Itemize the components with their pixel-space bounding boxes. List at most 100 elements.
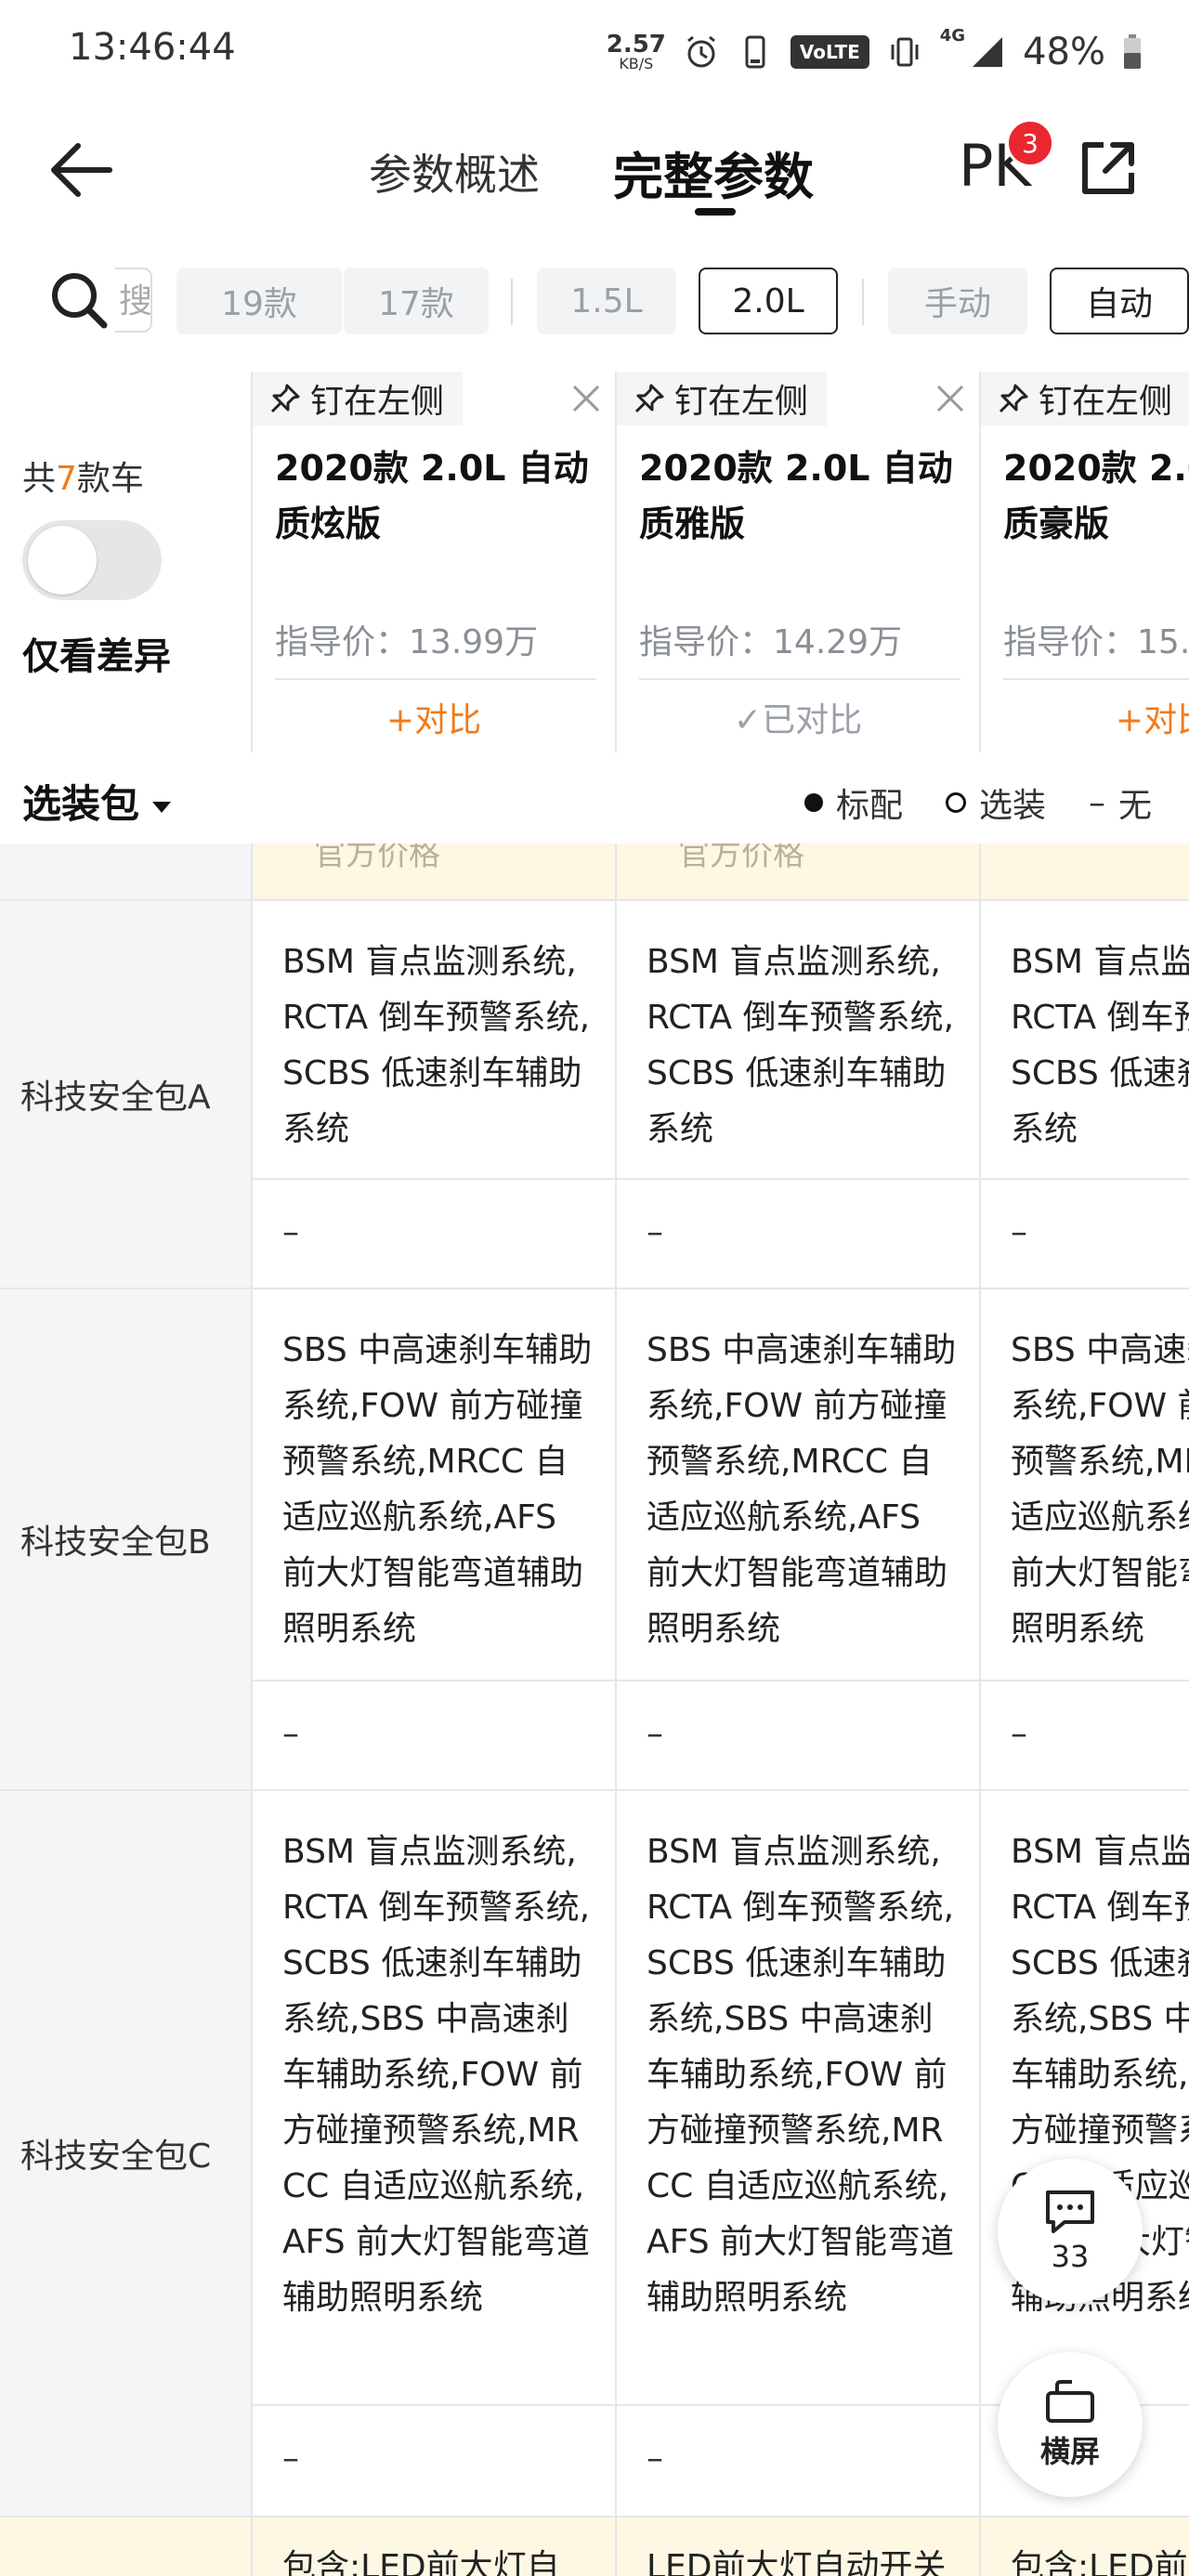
search-input[interactable]: 搜: [115, 268, 152, 333]
filter-chip-19[interactable]: 19款: [176, 268, 342, 334]
cell-text: SBS 中高速刹车辅助系统,FOW 前方碰撞预警系统,MRCC 自适应巡航系统,…: [282, 1331, 593, 1648]
alarm-icon: [686, 35, 715, 68]
dash-icon: –: [1088, 783, 1105, 822]
diff-only-toggle[interactable]: [22, 520, 162, 600]
add-compare-button[interactable]: +对比: [253, 693, 615, 741]
pin-left-button[interactable]: 钉在左侧: [981, 372, 1189, 425]
row-label: 科技安全包C: [0, 1791, 253, 2516]
params-table: 官方价格 官方价格 科技安全包A BSM 盲点监测系统,RCTA 倒车预警系统,…: [0, 843, 1189, 2576]
table-cell: 官方价格: [617, 843, 981, 899]
price-prefix: 指导价：: [1003, 623, 1138, 661]
divider: [639, 678, 960, 680]
table-row: 包含:LED前大灯自 LED前大灯自动开关 包含:LED前: [0, 2517, 1189, 2576]
pin-icon: [999, 384, 1028, 413]
close-icon[interactable]: [934, 383, 966, 414]
cell-dash: –: [282, 1715, 299, 1753]
pin-left-button[interactable]: 钉在左侧: [617, 372, 828, 425]
price-value: 13.99万: [409, 623, 539, 661]
search-icon[interactable]: [48, 268, 110, 333]
filled-dot-icon: [804, 793, 823, 812]
legend: 标配 选装 – 无: [804, 778, 1152, 827]
section-title-text: 选装包: [22, 781, 140, 827]
close-icon[interactable]: [570, 383, 602, 414]
legend-label: 选装: [978, 787, 1046, 825]
legend-label: 标配: [835, 787, 903, 825]
table-cell: [981, 843, 1189, 899]
landscape-label: 横屏: [1039, 2434, 1100, 2469]
table-cell: SBS 中高速刹车辅助系统,FOW 前方碰撞预警系统,MRCC 自适应巡航系统,…: [981, 1289, 1189, 1789]
legend-standard: 标配: [804, 778, 903, 827]
price-prefix: 指导价：: [275, 623, 410, 661]
table-row: 科技安全包A BSM 盲点监测系统,RCTA 倒车预警系统,SCBS 低速刹车辅…: [0, 901, 1189, 1289]
cell-dash: –: [1011, 1213, 1027, 1251]
tab-full-params[interactable]: 完整参数: [613, 136, 814, 209]
legend-none: – 无: [1089, 778, 1152, 827]
table-row: 官方价格 官方价格: [0, 843, 1189, 901]
cell-price-area: –: [617, 2404, 979, 2516]
table-cell: BSM 盲点监测系统,RCTA 倒车预警系统,SCBS 低速刹车辅助系统 –: [981, 901, 1189, 1288]
filter-chip-1-5l[interactable]: 1.5L: [537, 268, 676, 334]
price-prefix: 指导价：: [639, 623, 774, 661]
net-speed-unit: KB/S: [619, 55, 654, 72]
pin-icon: [270, 384, 300, 413]
cell-dash: –: [282, 2439, 299, 2478]
vibrate-icon: [891, 37, 919, 67]
table-cell: 官方价格: [253, 843, 617, 899]
cell-text: BSM 盲点监测系统,RCTA 倒车预警系统,SCBS 低速刹车辅助系统: [282, 943, 591, 1148]
table-cell: BSM 盲点监测系统,RCTA 倒车预警系统,SCBS 低速刹车辅助系统,SBS…: [617, 1791, 981, 2516]
cell-price-area: –: [617, 1178, 979, 1288]
divider: [275, 678, 596, 680]
cell-dash: –: [647, 1213, 663, 1251]
car-title[interactable]: 2020款 2.0L 自动质炫版: [275, 440, 600, 552]
share-icon[interactable]: [1078, 137, 1139, 199]
signal-icon: [973, 37, 1003, 67]
pin-left-button[interactable]: 钉在左侧: [253, 372, 464, 425]
compared-button[interactable]: ✓已对比: [617, 693, 979, 741]
car-column: 钉在左侧 2020款 2.0L 自动质炫版 指导价：13.99万 +对比: [253, 372, 617, 752]
car-header: 共7款车 仅看差异 钉在左侧 2020款 2.0L 自动质炫版 指导价：13.9…: [0, 372, 1189, 754]
car-title[interactable]: 2020款 2.0L 自动质豪版: [1003, 440, 1189, 552]
cell-dash: –: [647, 2439, 663, 2478]
battery-icon: [1124, 34, 1141, 69]
car-column: 钉在左侧 2020款 2.0L 自动质豪版 指导价：15. +对比: [981, 372, 1189, 752]
pin-label: 钉在左侧: [1039, 383, 1173, 421]
section-bar: 选装包 标配 选装 – 无: [0, 752, 1189, 845]
table-cell: BSM 盲点监测系统,RCTA 倒车预警系统,SCBS 低速刹车辅助系统,SBS…: [253, 1791, 617, 2516]
tab-overview[interactable]: 参数概述: [369, 141, 540, 203]
pin-label: 钉在左侧: [310, 383, 445, 421]
filter-chip-17[interactable]: 17款: [344, 268, 489, 334]
cell-dash: –: [647, 1715, 663, 1753]
phone-icon: [745, 35, 765, 69]
cell-text: BSM 盲点监测系统,RCTA 倒车预警系统,SCBS 低速刹车辅助系统,SBS…: [282, 1833, 591, 2317]
cell-text: BSM 盲点监测系统,RCTA 倒车预警系统,SCBS 低速刹车辅助系统: [647, 943, 955, 1148]
pk-count-badge: 3: [1006, 119, 1054, 167]
row-label: 科技安全包B: [0, 1289, 253, 1789]
car-count-suffix: 款车: [76, 460, 144, 498]
status-bar: 13:46:44 2.57 KB/S VoLTE 4G 48%: [0, 0, 1189, 104]
filter-chip-2-0l[interactable]: 2.0L: [699, 268, 838, 334]
section-title[interactable]: 选装包: [22, 773, 172, 830]
car-count: 共7款车: [22, 451, 144, 500]
cell-text: 包含:LED前大灯自: [282, 2548, 560, 2576]
car-title[interactable]: 2020款 2.0L 自动质雅版: [639, 440, 964, 552]
cell-text: 包含:LED前: [1011, 2548, 1188, 2576]
filter-chip-manual[interactable]: 手动: [888, 268, 1027, 334]
cell-dash: –: [282, 1213, 299, 1251]
cell-price-area: –: [617, 1680, 979, 1789]
header-left-panel: 共7款车 仅看差异: [0, 372, 253, 752]
comments-button[interactable]: 33: [998, 2159, 1143, 2304]
filter-chip-auto[interactable]: 自动: [1050, 268, 1189, 334]
add-compare-button[interactable]: +对比: [981, 693, 1189, 741]
back-arrow-icon[interactable]: [45, 137, 119, 203]
open-dot-icon: [945, 792, 966, 813]
price-value: 15.: [1137, 623, 1189, 661]
landscape-button[interactable]: 横屏: [998, 2352, 1143, 2497]
network-type: 4G: [939, 26, 966, 46]
table-cell: BSM 盲点监测系统,RCTA 倒车预警系统,SCBS 低速刹车辅助系统 –: [617, 901, 981, 1288]
price-value: 14.29万: [773, 623, 903, 661]
rotate-screen-icon: [1046, 2380, 1094, 2423]
cell-text: SBS 中高速刹车辅助系统,FOW 前方碰撞预警系统,MRCC 自适应巡航系统,…: [647, 1331, 957, 1648]
cell-text: BSM 盲点监测系统,RCTA 倒车预警系统,SCBS 低速刹车辅助系统: [1011, 943, 1189, 1148]
car-price: 指导价：14.29万: [639, 615, 902, 663]
legend-optional: 选装: [945, 778, 1046, 827]
